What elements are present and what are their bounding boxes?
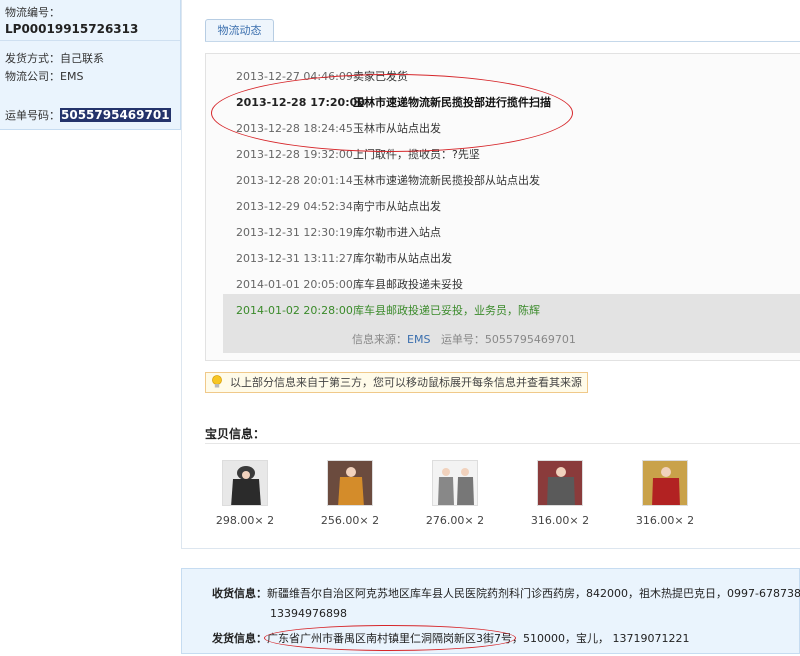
product-thumbnail[interactable] [642, 460, 688, 506]
goods-price: 316.00× 2 [635, 514, 695, 527]
goods-price: 276.00× 2 [425, 514, 485, 527]
logistics-no: LP00019915726313 [5, 22, 139, 36]
receive-info: 收货信息：新疆维吾尔自治区阿克苏地区库车县人民医院药剂科门诊西药房，842000… [212, 585, 800, 601]
tab-underline [205, 41, 800, 42]
tracking-time: 2013-12-27 04:46:09 [236, 70, 353, 83]
divider [0, 40, 180, 41]
main-content: 物流动态 2013-12-27 04:46:09卖家已发货 2013-12-28… [181, 0, 800, 549]
tracking-time: 2013-12-28 19:32:00 [236, 148, 353, 161]
info-source: 信息来源：EMS 运单号：5055795469701 [352, 331, 576, 347]
tracking-desc: 卖家已发货 [353, 70, 408, 83]
tracking-desc: 南宁市从站点出发 [353, 200, 441, 213]
tracking-time: 2014-01-02 20:28:00 [236, 304, 353, 317]
goods-title: 宝贝信息： [205, 427, 266, 441]
product-thumbnail[interactable] [222, 460, 268, 506]
tracking-desc: 上门取件，揽收员：?先坚 [353, 148, 480, 161]
tracking-row[interactable]: 2014-01-01 20:05:00库车县邮政投递未妥投 [236, 276, 463, 292]
goods-item[interactable]: 256.00× 2 [315, 460, 385, 527]
tracking-row[interactable]: 2013-12-28 17:20:00玉林市速递物流新民揽投部进行揽件扫描 [236, 94, 551, 110]
tracking-row[interactable]: 2013-12-29 04:52:34南宁市从站点出发 [236, 198, 441, 214]
tracking-desc: 库尔勒市从站点出发 [353, 252, 452, 265]
source-label: 信息来源： [352, 333, 407, 346]
tab-logistics[interactable]: 物流动态 [205, 19, 274, 41]
tracking-row-latest: 2014-01-02 20:28:00库车县邮政投递已妥投，业务员，陈辉 [236, 302, 540, 318]
goods-item[interactable]: 298.00× 2 [210, 460, 280, 527]
receive-address: 新疆维吾尔自治区阿克苏地区库车县人民医院药剂科门诊西药房，842000，祖木热提… [267, 587, 800, 600]
product-thumbnail[interactable] [537, 460, 583, 506]
tracking-row[interactable]: 2013-12-31 12:30:19库尔勒市进入站点 [236, 224, 441, 240]
tracking-desc: 库车县邮政投递已妥投，业务员，陈辉 [353, 304, 540, 317]
tracking-row[interactable]: 2013-12-28 20:01:14玉林市速递物流新民揽投部从站点出发 [236, 172, 540, 188]
goods-price: 256.00× 2 [320, 514, 380, 527]
third-party-notice: 以上部分信息来自于第三方，您可以移动鼠标展开每条信息并查看其来源 [205, 372, 588, 393]
tracking-desc: 玉林市从站点出发 [353, 122, 441, 135]
tracking-time: 2013-12-28 20:01:14 [236, 174, 353, 187]
tracking-row[interactable]: 2013-12-28 19:32:00上门取件，揽收员：?先坚 [236, 146, 480, 162]
tracking-row[interactable]: 2013-12-28 18:24:45玉林市从站点出发 [236, 120, 441, 136]
tracking-time: 2013-12-31 13:11:27 [236, 252, 353, 265]
tracking-list: 2013-12-27 04:46:09卖家已发货 2013-12-28 17:2… [205, 53, 800, 361]
goods-divider [205, 443, 800, 444]
receive-label: 收货信息： [212, 587, 267, 600]
tracking-desc: 库车县邮政投递未妥投 [353, 278, 463, 291]
waybill-label: 运单号码： [5, 109, 60, 122]
goods-item[interactable]: 316.00× 2 [525, 460, 595, 527]
source-waybill: 运单号：5055795469701 [440, 333, 576, 346]
notice-text: 以上部分信息来自于第三方，您可以移动鼠标展开每条信息并查看其来源 [230, 376, 582, 389]
product-thumbnail[interactable] [432, 460, 478, 506]
goods-price: 298.00× 2 [215, 514, 275, 527]
address-panel: 收货信息：新疆维吾尔自治区阿克苏地区库车县人民医院药剂科门诊西药房，842000… [181, 568, 800, 654]
tracking-desc: 玉林市速递物流新民揽投部进行揽件扫描 [353, 96, 551, 109]
waybill-row: 运单号码：5055795469701 [5, 107, 171, 123]
logistics-no-label: 物流编号： [5, 6, 60, 19]
tracking-time: 2013-12-31 12:30:19 [236, 226, 353, 239]
latest-tracking[interactable]: 2014-01-02 20:28:00库车县邮政投递已妥投，业务员，陈辉 信息来… [223, 294, 800, 353]
receive-phone: 13394976898 [270, 607, 347, 620]
waybill-no[interactable]: 5055795469701 [60, 108, 171, 122]
goods-price: 316.00× 2 [530, 514, 590, 527]
order-info-panel: 物流编号： LP00019915726313 发货方式：自己联系 物流公司：EM… [0, 0, 181, 130]
tracking-time: 2013-12-29 04:52:34 [236, 200, 353, 213]
source-link[interactable]: EMS [407, 333, 430, 346]
tracking-desc: 玉林市速递物流新民揽投部从站点出发 [353, 174, 540, 187]
send-address: 广东省广州市番禺区南村镇里仁洞隔岗新区3街7号，510000，宝儿， 13719… [267, 632, 690, 645]
tracking-desc: 库尔勒市进入站点 [353, 226, 441, 239]
tracking-row[interactable]: 2013-12-31 13:11:27库尔勒市从站点出发 [236, 250, 452, 266]
goods-item[interactable]: 316.00× 2 [630, 460, 700, 527]
tracking-time: 2014-01-01 20:05:00 [236, 278, 353, 291]
tracking-time: 2013-12-28 17:20:00 [236, 96, 365, 109]
product-thumbnail[interactable] [327, 460, 373, 506]
goods-item[interactable]: 276.00× 2 [420, 460, 490, 527]
carrier: 物流公司：EMS [5, 70, 84, 83]
lightbulb-icon [212, 375, 222, 388]
tracking-time: 2013-12-28 18:24:45 [236, 122, 353, 135]
tracking-row[interactable]: 2013-12-27 04:46:09卖家已发货 [236, 68, 408, 84]
ship-method: 发货方式：自己联系 [5, 52, 104, 65]
send-label: 发货信息： [212, 632, 267, 645]
send-info: 发货信息：广东省广州市番禺区南村镇里仁洞隔岗新区3街7号，510000，宝儿， … [212, 630, 689, 646]
